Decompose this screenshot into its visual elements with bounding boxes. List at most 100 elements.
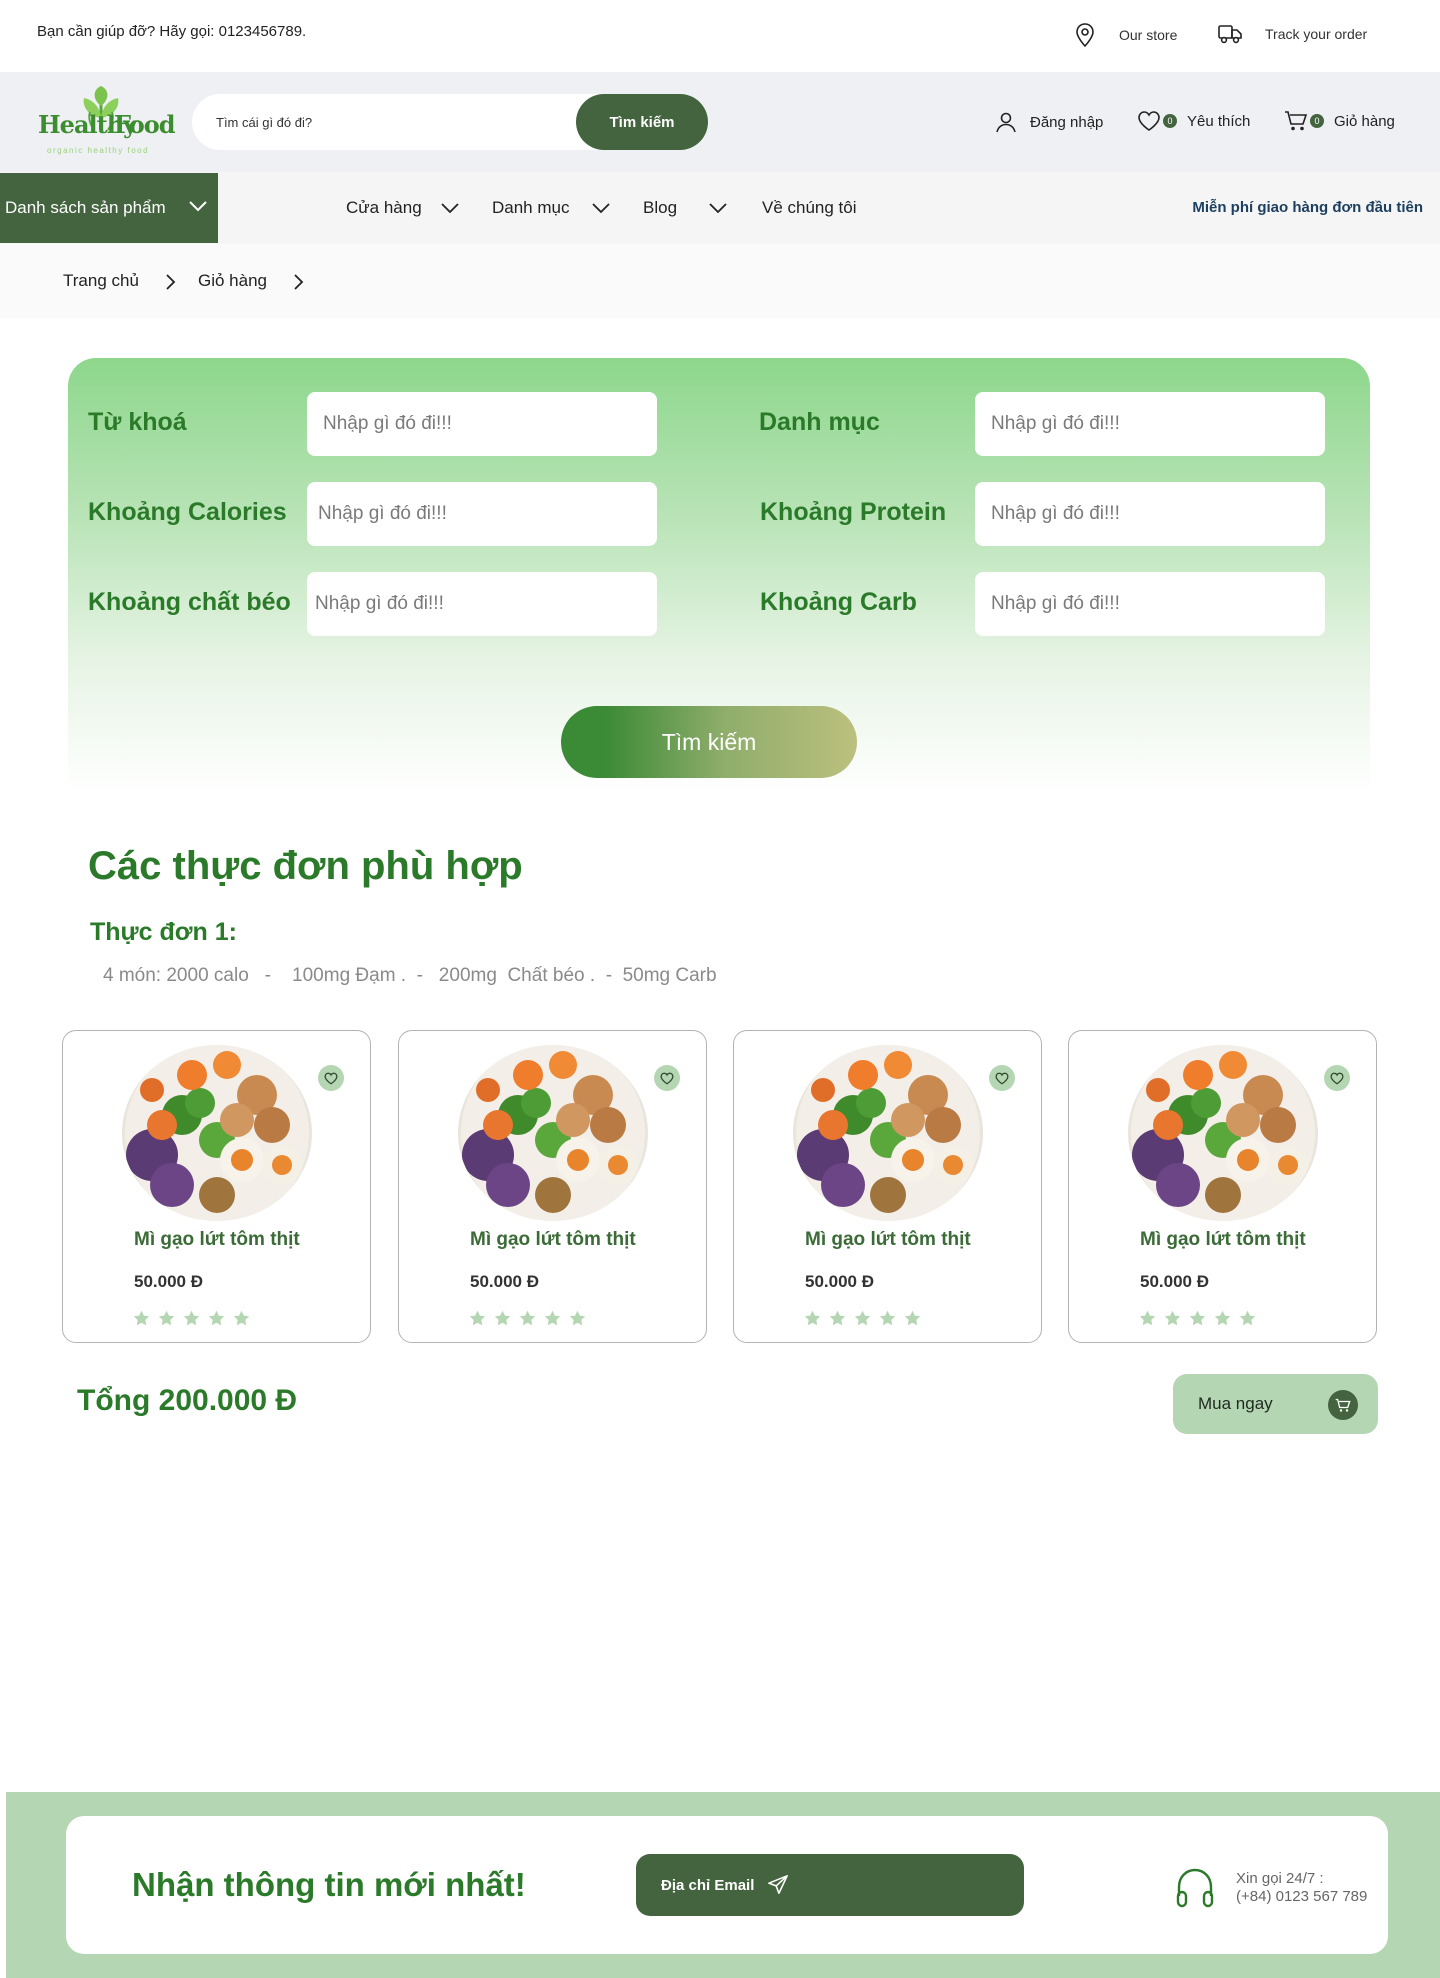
header: Healthy Food organic healthy food Tìm ki… — [0, 72, 1440, 172]
email-subscribe-field[interactable] — [636, 1854, 1024, 1916]
main-nav: Danh sách sản phẩm Cửa hàng Danh mục Blo… — [0, 172, 1440, 244]
help-text: Bạn cần giúp đỡ? Hãy gọi: 0123456789. — [37, 23, 307, 40]
product-name: Mì gạo lứt tôm thịt — [134, 1229, 300, 1250]
track-order-label: Track your order — [1265, 26, 1368, 42]
product-name: Mì gạo lứt tôm thịt — [805, 1229, 971, 1250]
buy-now-label: Mua ngay — [1198, 1394, 1273, 1413]
location-pin-icon — [1076, 23, 1094, 48]
rating-stars — [133, 1310, 250, 1326]
breadcrumb: Trang chủ Giỏ hàng — [0, 244, 1440, 318]
wishlist-count-badge: 0 — [1163, 114, 1177, 128]
star-icon — [494, 1310, 511, 1326]
send-icon[interactable] — [767, 1874, 789, 1896]
nav-item-about[interactable]: Về chúng tôi — [762, 198, 857, 218]
product-price: 50.000 Đ — [134, 1272, 203, 1291]
nav-item-category[interactable]: Danh mục — [492, 198, 611, 218]
chevron-down-icon — [441, 203, 459, 214]
nav-item-store[interactable]: Cửa hàng — [346, 198, 460, 218]
star-icon — [1189, 1310, 1206, 1326]
product-card[interactable]: Mì gạo lứt tôm thịt 50.000 Đ — [733, 1030, 1042, 1343]
search-input[interactable] — [216, 94, 546, 150]
categories-label: Danh sách sản phẩm — [5, 198, 166, 217]
product-price: 50.000 Đ — [470, 1272, 539, 1291]
star-icon — [544, 1310, 561, 1326]
keyword-input[interactable] — [307, 392, 657, 456]
protein-input[interactable] — [975, 482, 1325, 546]
wishlist-toggle[interactable] — [989, 1065, 1015, 1091]
our-store-label: Our store — [1119, 27, 1178, 43]
newsletter-box: Nhận thông tin mới nhất! Xin gọi 24/7 : … — [66, 1816, 1388, 1954]
wishlist-link[interactable]: 0 Yêu thích — [1137, 110, 1250, 132]
wishlist-toggle[interactable] — [1324, 1065, 1350, 1091]
cart-count-badge: 0 — [1310, 114, 1324, 128]
chevron-down-icon — [189, 201, 207, 212]
star-icon — [804, 1310, 821, 1326]
star-icon — [233, 1310, 250, 1326]
heart-icon — [1330, 1072, 1344, 1085]
fat-input[interactable] — [307, 572, 657, 636]
calories-input[interactable] — [307, 482, 657, 546]
product-card[interactable]: Mì gạo lứt tôm thịt 50.000 Đ — [398, 1030, 707, 1343]
buy-now-button[interactable]: Mua ngay — [1173, 1374, 1378, 1434]
free-shipping-text: Miễn phí giao hàng đơn đầu tiên — [1192, 199, 1423, 216]
breadcrumb-home[interactable]: Trang chủ — [63, 271, 139, 291]
product-card[interactable]: Mì gạo lứt tôm thịt 50.000 Đ — [62, 1030, 371, 1343]
category-label: Danh mục — [759, 408, 880, 436]
login-link[interactable]: Đăng nhập — [994, 110, 1103, 134]
nav-item-label: Về chúng tôi — [762, 198, 857, 217]
product-price: 50.000 Đ — [1140, 1272, 1209, 1291]
heart-icon — [324, 1072, 338, 1085]
star-icon — [854, 1310, 871, 1326]
star-icon — [569, 1310, 586, 1326]
search-button[interactable]: Tìm kiếm — [576, 94, 708, 150]
wishlist-toggle[interactable] — [654, 1065, 680, 1091]
filter-search-button[interactable]: Tìm kiếm — [561, 706, 857, 778]
fat-label: Khoảng chất béo — [88, 588, 291, 616]
star-icon — [1239, 1310, 1256, 1326]
rating-stars — [1139, 1310, 1256, 1326]
heart-icon — [995, 1072, 1009, 1085]
chevron-right-icon — [166, 274, 176, 290]
protein-label: Khoảng Protein — [760, 498, 947, 526]
track-order-link[interactable]: Track your order — [1217, 22, 1367, 46]
keyword-label: Từ khoá — [88, 408, 187, 436]
cart-icon — [1285, 111, 1308, 131]
product-image — [122, 1045, 312, 1221]
newsletter-title: Nhận thông tin mới nhất! — [132, 1866, 526, 1903]
star-icon — [829, 1310, 846, 1326]
carb-input[interactable] — [975, 572, 1325, 636]
heart-icon — [660, 1072, 674, 1085]
our-store-link[interactable]: Our store — [1073, 22, 1177, 48]
star-icon — [1139, 1310, 1156, 1326]
search-bar: Tìm kiếm — [192, 94, 708, 150]
product-price: 50.000 Đ — [805, 1272, 874, 1291]
product-image — [793, 1045, 983, 1221]
results-title: Các thực đơn phù hợp — [88, 844, 523, 888]
wishlist-label: Yêu thích — [1187, 112, 1251, 130]
email-input[interactable] — [661, 1876, 761, 1894]
cart-link[interactable]: 0 Giỏ hàng — [1284, 110, 1395, 132]
breadcrumb-cart[interactable]: Giỏ hàng — [198, 271, 267, 291]
nav-item-blog[interactable]: Blog — [643, 198, 728, 218]
product-image — [458, 1045, 648, 1221]
star-icon — [1164, 1310, 1181, 1326]
rating-stars — [469, 1310, 586, 1326]
headphones-icon — [1176, 1868, 1214, 1908]
nav-item-label: Danh mục — [492, 198, 570, 217]
menu-title: Thực đơn 1: — [90, 918, 237, 946]
calories-label: Khoảng Calories — [88, 498, 287, 526]
logo[interactable]: Healthy Food organic healthy food — [38, 84, 176, 160]
chevron-right-icon — [294, 274, 304, 290]
product-image — [1128, 1045, 1318, 1221]
nav-item-label: Cửa hàng — [346, 198, 422, 217]
product-card[interactable]: Mì gạo lứt tôm thịt 50.000 Đ — [1068, 1030, 1377, 1343]
category-input[interactable] — [975, 392, 1325, 456]
star-icon — [1214, 1310, 1231, 1326]
star-icon — [158, 1310, 175, 1326]
product-name: Mì gạo lứt tôm thịt — [1140, 1229, 1306, 1250]
star-icon — [879, 1310, 896, 1326]
categories-dropdown[interactable]: Danh sách sản phẩm — [0, 173, 218, 243]
wishlist-toggle[interactable] — [318, 1065, 344, 1091]
cart-icon — [1328, 1390, 1358, 1420]
newsletter-section: Nhận thông tin mới nhất! Xin gọi 24/7 : … — [6, 1792, 1440, 1978]
